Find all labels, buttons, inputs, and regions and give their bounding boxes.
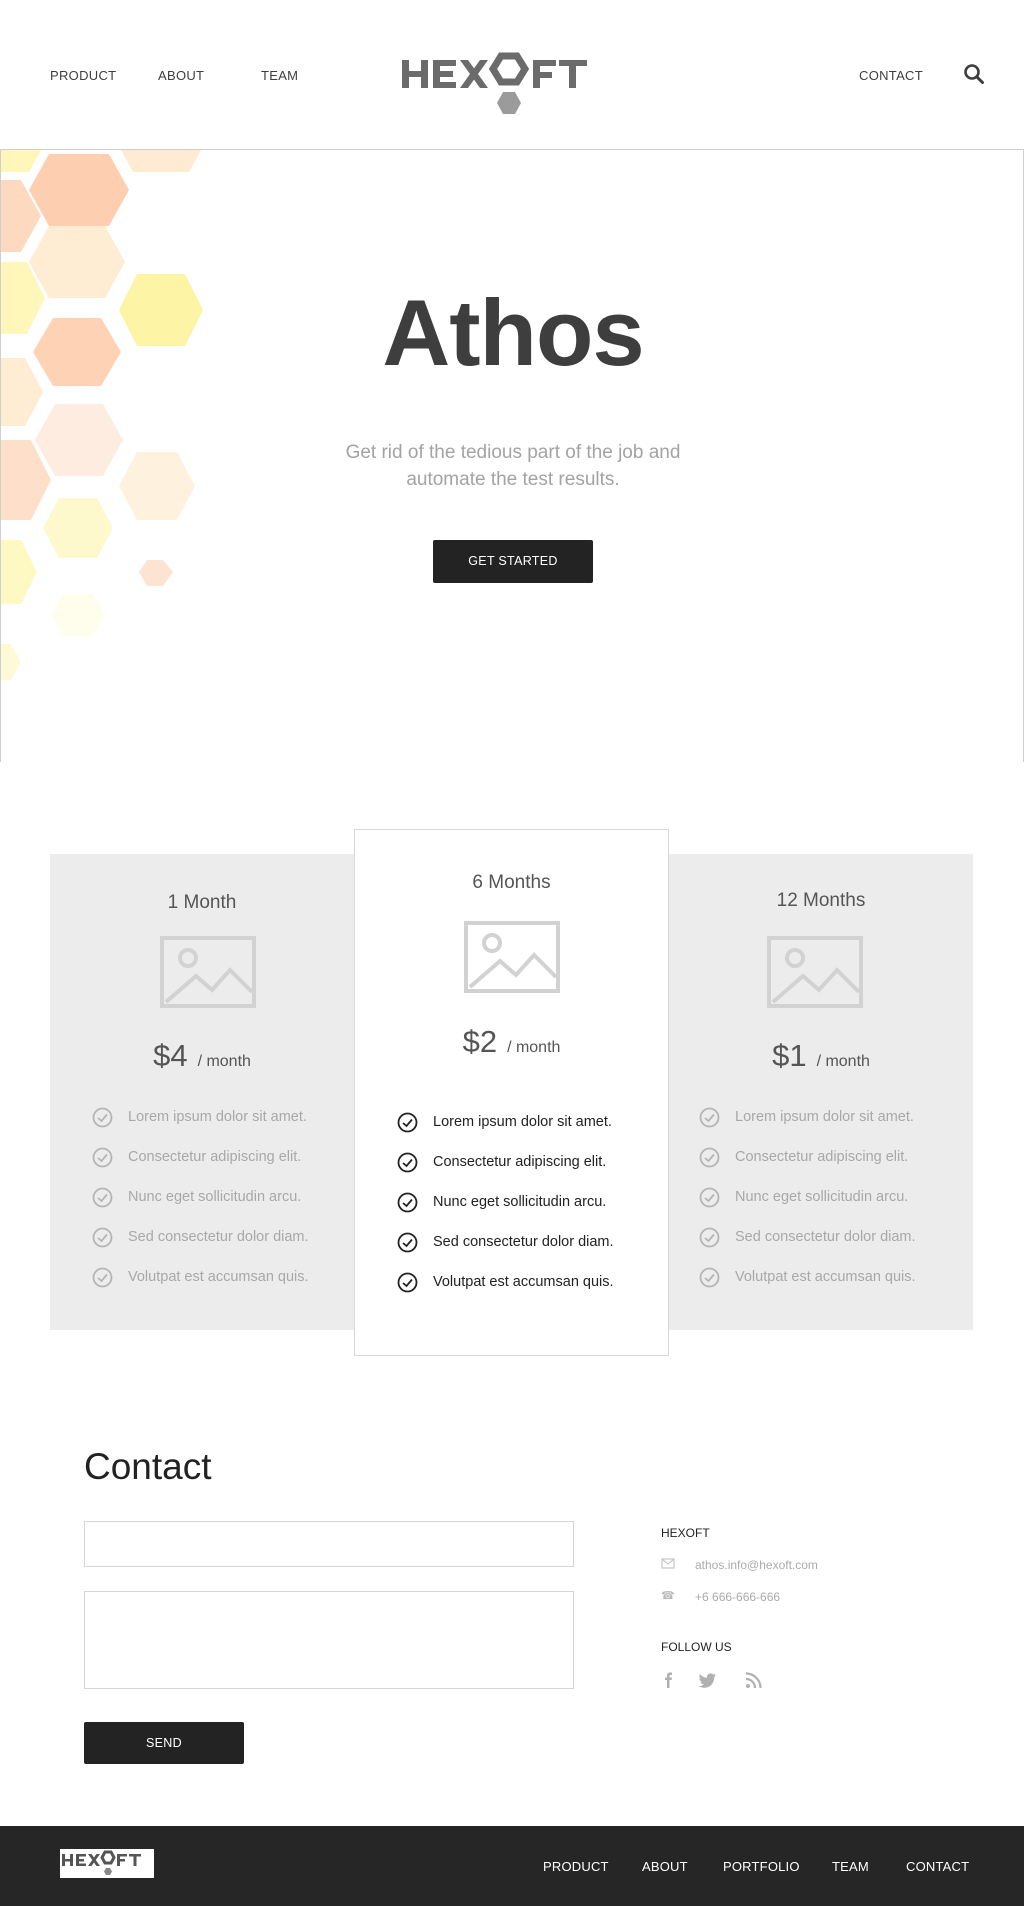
plan-name: 12 Months <box>776 890 866 911</box>
email-row: athos.info@hexoft.com <box>661 1558 861 1572</box>
nav-contact[interactable]: CONTACT <box>859 68 923 83</box>
price-amount: $2 <box>462 1024 498 1059</box>
company-label: HEXOFT <box>661 1526 710 1540</box>
check-circle-icon <box>397 1192 418 1213</box>
image-placeholder-icon <box>464 921 560 993</box>
site-header: PRODUCT ABOUT TEAM CONTACT <box>0 0 1024 149</box>
plan-name: 1 Month <box>167 892 237 913</box>
plan-price: $2 / month <box>355 1024 668 1060</box>
check-circle-icon <box>699 1187 720 1208</box>
check-circle-icon <box>397 1272 418 1293</box>
price-period: / month <box>197 1053 251 1070</box>
check-circle-icon <box>92 1227 113 1248</box>
check-circle-icon <box>92 1107 113 1128</box>
facebook-icon[interactable] <box>659 1670 679 1690</box>
check-circle-icon <box>92 1147 113 1168</box>
get-started-button[interactable]: GET STARTED <box>433 540 593 583</box>
plan-name: 6 Months <box>472 872 551 893</box>
contact-message-textarea[interactable] <box>84 1591 574 1689</box>
check-circle-icon <box>92 1187 113 1208</box>
plan-price: $1 / month <box>669 1038 973 1074</box>
check-circle-icon <box>92 1267 113 1288</box>
send-button[interactable]: SEND <box>84 1722 244 1764</box>
footer-link-team[interactable]: TEAM <box>832 1859 869 1874</box>
footer-link-contact[interactable]: CONTACT <box>906 1859 969 1874</box>
nav-about[interactable]: ABOUT <box>158 68 204 83</box>
check-circle-icon <box>397 1232 418 1253</box>
follow-us-label: FOLLOW US <box>661 1640 732 1654</box>
rss-icon[interactable] <box>744 1670 764 1690</box>
price-period: / month <box>507 1039 561 1056</box>
plan-card-1-month: 1 Month $4/ month Lorem ipsum dolor sit … <box>50 854 354 1330</box>
email-link[interactable]: athos.info@hexoft.com <box>695 1558 818 1572</box>
price-period: / month <box>816 1053 870 1070</box>
contact-name-input[interactable] <box>84 1521 574 1567</box>
footer-link-product[interactable]: PRODUCT <box>543 1859 609 1874</box>
check-circle-icon <box>699 1267 720 1288</box>
image-placeholder-icon <box>767 936 863 1008</box>
nav-team[interactable]: TEAM <box>261 68 298 83</box>
image-placeholder-icon <box>160 936 256 1008</box>
price-amount: $1 <box>772 1038 807 1073</box>
search-icon[interactable] <box>963 63 985 85</box>
footer-link-portfolio[interactable]: PORTFOLIO <box>723 1859 800 1874</box>
check-circle-icon <box>699 1227 720 1248</box>
phone-row: ☎ +6 666-666-666 <box>661 1590 861 1604</box>
hero-section: Athos Get rid of the tedious part of the… <box>0 149 1024 762</box>
envelope-icon <box>661 1558 675 1569</box>
check-circle-icon <box>397 1152 418 1173</box>
contact-title: Contact <box>84 1446 212 1487</box>
hero-subtitle: Get rid of the tedious part of the job a… <box>345 442 681 490</box>
plan-card-12-months: 12 Months $1/ month Lorem ipsum dolor si… <box>669 854 973 1330</box>
price-amount: $4 <box>153 1038 188 1073</box>
check-circle-icon <box>397 1112 418 1133</box>
check-circle-icon <box>699 1107 720 1128</box>
plan-price: $4 / month <box>50 1038 354 1074</box>
nav-product[interactable]: PRODUCT <box>50 68 116 83</box>
twitter-icon[interactable] <box>698 1670 718 1690</box>
check-circle-icon <box>699 1147 720 1168</box>
phone-number: +6 666-666-666 <box>695 1590 781 1604</box>
footer-link-about[interactable]: ABOUT <box>642 1859 688 1874</box>
phone-icon: ☎ <box>661 1590 675 1602</box>
plan-card-6-months-featured: 6 Months $2/ month Lorem ipsum dolor sit… <box>354 829 669 1356</box>
hexoft-logo[interactable] <box>402 52 626 116</box>
site-footer: PRODUCT ABOUT PORTFOLIO TEAM CONTACT <box>0 1826 1024 1906</box>
hexagon-pattern-decoration <box>1 150 203 680</box>
footer-hexoft-logo[interactable] <box>60 1849 154 1878</box>
hero-title: Athos <box>382 280 644 385</box>
